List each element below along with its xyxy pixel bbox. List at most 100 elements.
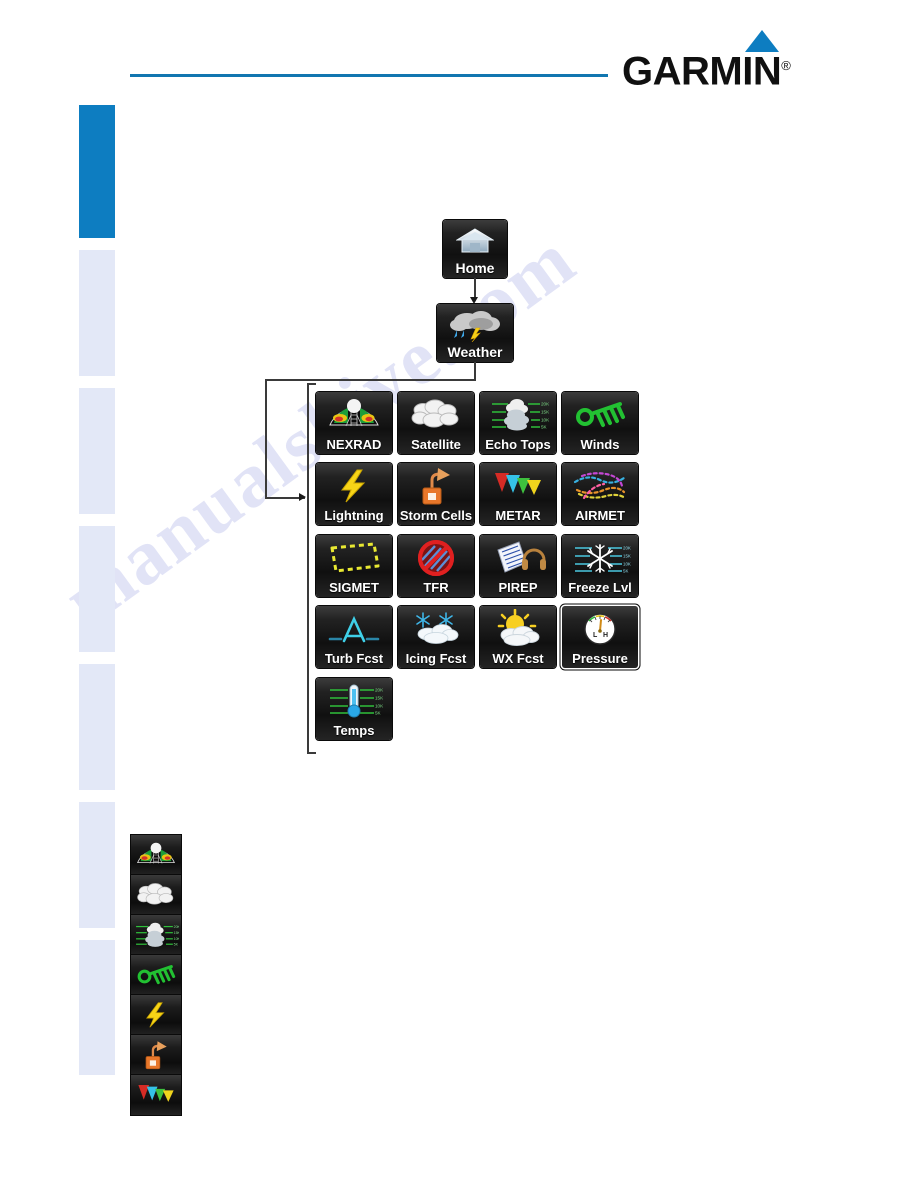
- sigmet-dashed-box-icon-svg: [330, 542, 380, 572]
- nexrad-radar-icon: [316, 395, 392, 434]
- airmet-tile[interactable]: AIRMET: [562, 463, 638, 525]
- metar-flags-icon-svg: [138, 1085, 174, 1102]
- sidebar-tab-1[interactable]: [79, 105, 115, 238]
- nexrad-radar-icon-svg: [329, 398, 379, 426]
- nexrad-radar-icon[interactable]: [131, 835, 181, 875]
- echo-tops-icon-svg: 20K 15K 10K5K: [136, 922, 179, 947]
- nexrad-radar-icon-svg: [137, 842, 175, 864]
- tile-label: TFR: [423, 580, 449, 595]
- temps-tile[interactable]: 20K 15K 10K 5K Temps: [316, 678, 392, 740]
- nexrad-tile[interactable]: NEXRAD: [316, 392, 392, 454]
- sidebar-tab-3[interactable]: [79, 388, 115, 514]
- tile-label: PIREP: [498, 580, 538, 595]
- icing-fcst-tile[interactable]: Icing Fcst: [398, 606, 474, 668]
- sigmet-tile[interactable]: SIGMET: [316, 535, 392, 597]
- metar-flags-icon: [480, 466, 556, 505]
- svg-text:20K: 20K: [174, 925, 179, 929]
- home-house-icon: [443, 223, 507, 258]
- sidebar-tab-7[interactable]: [79, 940, 115, 1075]
- weather-tile-label: Weather: [447, 344, 503, 360]
- lightning-tile[interactable]: Lightning: [316, 463, 392, 525]
- svg-text:10K: 10K: [541, 417, 550, 422]
- svg-text:5K: 5K: [541, 424, 548, 429]
- lightning-bolt-icon: [316, 466, 392, 505]
- sigmet-dashed-box-icon: [316, 538, 392, 577]
- pressure-tile[interactable]: L H Pressure: [562, 606, 638, 668]
- grid-bracket-vertical: [307, 383, 309, 753]
- sidebar-tab-4[interactable]: [79, 526, 115, 652]
- winds-barb-icon-svg: [576, 401, 625, 427]
- echo-tops-icon[interactable]: 20K 15K 10K5K: [131, 915, 181, 955]
- weather-tile[interactable]: Weather: [437, 304, 513, 362]
- svg-text:15K: 15K: [541, 409, 550, 414]
- storm-cells-arrow-icon-svg: [145, 1041, 167, 1070]
- sidebar-tab-5[interactable]: [79, 664, 115, 790]
- svg-text:L: L: [593, 632, 598, 639]
- tile-label: Pressure: [572, 651, 628, 666]
- lightning-bolt-icon-svg: [341, 469, 366, 502]
- satellite-tile[interactable]: Satellite: [398, 392, 474, 454]
- winds-barb-icon: [562, 395, 638, 434]
- tfr-restricted-circle-icon-svg: [418, 539, 454, 576]
- connector-weather-down: [474, 362, 476, 380]
- tile-label: Temps: [333, 723, 375, 738]
- pirep-report-headset-icon-svg: [497, 540, 546, 573]
- tile-label: WX Fcst: [492, 651, 544, 666]
- home-tile[interactable]: Home: [443, 220, 507, 278]
- weather-icon-legend-strip: 20K 15K 10K5K: [131, 835, 181, 1115]
- tfr-tile[interactable]: TFR: [398, 535, 474, 597]
- wx-fcst-tile[interactable]: WX Fcst: [480, 606, 556, 668]
- svg-text:15K: 15K: [375, 695, 384, 700]
- grid-bracket-bottom: [307, 752, 316, 754]
- storm-cells-arrow-icon[interactable]: [131, 1035, 181, 1075]
- airmet-dashed-polygon-icon-svg: [573, 471, 627, 499]
- lightning-bolt-icon-svg: [146, 1002, 165, 1028]
- svg-text:10K: 10K: [174, 937, 179, 941]
- echo-tops-tile[interactable]: 20K 15K 10K 5K Echo Tops: [480, 392, 556, 454]
- lightning-bolt-icon[interactable]: [131, 995, 181, 1035]
- winds-tile[interactable]: Winds: [562, 392, 638, 454]
- freeze-level-snowflake-icon: 20K 15K 10K 5K: [562, 538, 638, 577]
- pirep-tile[interactable]: PIREP: [480, 535, 556, 597]
- freeze-lvl-tile[interactable]: 20K 15K 10K 5K Freeze Lvl: [562, 535, 638, 597]
- garmin-wordmark-text: GARMIN: [622, 49, 782, 94]
- tile-label: Satellite: [411, 437, 461, 452]
- icing-forecast-snow-cloud-icon: [398, 609, 474, 648]
- tile-label: SIGMET: [329, 580, 379, 595]
- svg-text:H: H: [603, 632, 608, 639]
- tile-label: Freeze Lvl: [568, 580, 632, 595]
- svg-text:10K: 10K: [375, 703, 384, 708]
- sidebar-tab-6[interactable]: [79, 802, 115, 928]
- temperature-thermometer-icon: 20K 15K 10K 5K: [316, 681, 392, 720]
- storm-cells-tile[interactable]: Storm Cells: [398, 463, 474, 525]
- storm-cells-arrow-icon: [398, 466, 474, 505]
- echo-tops-icon: 20K 15K 10K 5K: [480, 395, 556, 434]
- garmin-logo: GARMIN®: [622, 30, 792, 91]
- pressure-gauge-icon: L H: [562, 609, 638, 648]
- satellite-clouds-icon-svg: [137, 883, 174, 905]
- weather-cloud-rain-lightning-icon-svg: [450, 310, 500, 342]
- weather-cloud-rain-lightning-icon: [437, 307, 513, 342]
- connector-home-to-weather-arrow: [470, 297, 478, 304]
- svg-text:15K: 15K: [623, 553, 631, 558]
- winds-barb-icon-svg: [137, 965, 176, 985]
- winds-barb-icon[interactable]: [131, 955, 181, 995]
- home-tile-label: Home: [455, 260, 495, 276]
- tile-label: Icing Fcst: [405, 651, 467, 666]
- connector-weather-left: [265, 379, 476, 381]
- turb-fcst-tile[interactable]: Turb Fcst: [316, 606, 392, 668]
- weather-forecast-sun-cloud-icon-svg: [497, 608, 540, 646]
- connector-weather-left-down: [265, 379, 267, 498]
- tile-label: METAR: [495, 508, 541, 523]
- turbulence-forecast-icon: [316, 609, 392, 648]
- registered-mark: ®: [781, 58, 791, 73]
- weather-forecast-sun-cloud-icon: [480, 608, 556, 648]
- satellite-clouds-icon[interactable]: [131, 875, 181, 915]
- turbulence-forecast-icon-svg: [328, 615, 380, 642]
- sidebar-tab-2[interactable]: [79, 250, 115, 376]
- satellite-clouds-icon: [398, 395, 474, 434]
- metar-flags-icon[interactable]: [131, 1075, 181, 1115]
- pressure-gauge-icon-svg: L H: [584, 612, 616, 645]
- metar-tile[interactable]: METAR: [480, 463, 556, 525]
- header-rule-divider: [130, 74, 608, 77]
